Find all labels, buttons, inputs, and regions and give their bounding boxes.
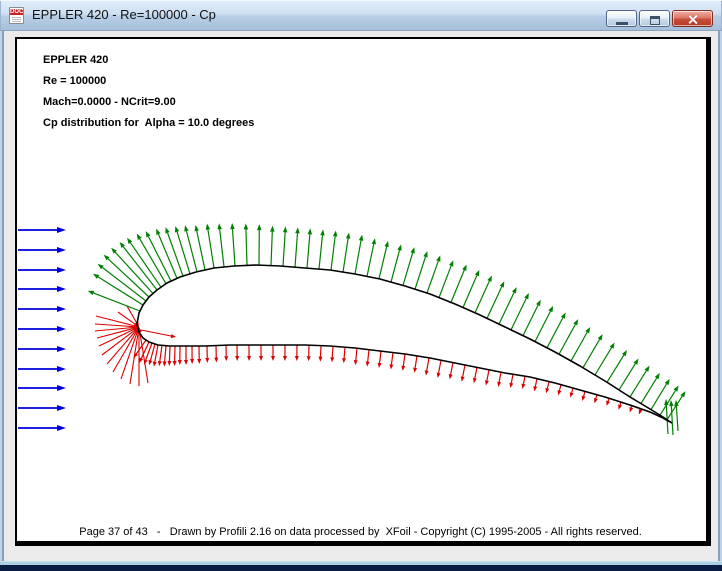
app-window: DOC EPPLER 420 - Re=100000 - Cp EPPLER 4… <box>0 0 722 571</box>
plot-footer: Page 37 of 43 - Drawn by Profili 2.16 on… <box>15 526 706 538</box>
close-icon <box>687 14 698 25</box>
window-frame-right <box>718 31 722 561</box>
reynolds-label: Re = 100000 <box>43 71 254 92</box>
maximize-icon <box>650 16 660 25</box>
titlebar[interactable]: DOC EPPLER 420 - Re=100000 - Cp <box>0 0 722 31</box>
doc-icon: DOC <box>9 7 24 24</box>
taskbar-strip <box>0 565 722 571</box>
maximize-button[interactable] <box>639 10 670 27</box>
mach-ncrit-label: Mach=0.0000 - NCrit=9.00 <box>43 92 254 113</box>
minimize-icon <box>616 22 628 25</box>
plot-header: EPPLER 420 Re = 100000 Mach=0.0000 - NCr… <box>43 50 254 134</box>
cp-alpha-label: Cp distribution for Alpha = 10.0 degrees <box>43 113 254 134</box>
doc-icon-label: DOC <box>10 9 23 15</box>
doc-icon-lines <box>12 17 21 18</box>
close-button[interactable] <box>672 10 713 27</box>
window-title: EPPLER 420 - Re=100000 - Cp <box>32 7 216 22</box>
airfoil-name-label: EPPLER 420 <box>43 50 254 71</box>
minimize-button[interactable] <box>606 10 637 27</box>
